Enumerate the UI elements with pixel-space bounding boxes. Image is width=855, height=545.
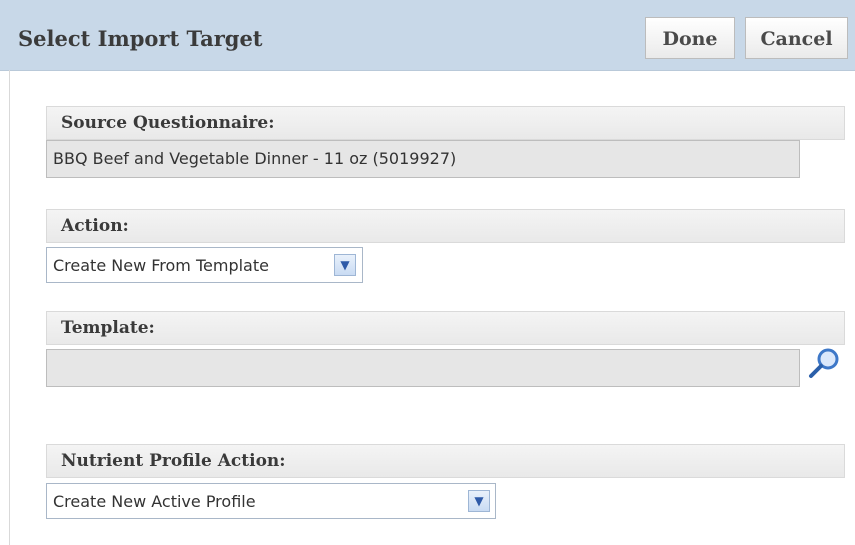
- nutrient-profile-action-select[interactable]: Create New Active Profile ▼: [46, 483, 496, 519]
- dialog-title: Select Import Target: [18, 26, 263, 51]
- action-header: Action:: [46, 209, 845, 243]
- action-select[interactable]: Create New From Template ▼: [46, 247, 363, 283]
- magnifier-search-icon[interactable]: [806, 347, 842, 383]
- dialog-header: Select Import Target Done Cancel: [0, 0, 855, 71]
- nutrient-profile-action-header: Nutrient Profile Action:: [46, 444, 845, 478]
- source-questionnaire-label: Source Questionnaire:: [61, 113, 275, 133]
- chevron-down-icon[interactable]: ▼: [468, 490, 490, 512]
- nutrient-profile-action-label: Nutrient Profile Action:: [61, 451, 286, 471]
- left-divider: [9, 70, 10, 545]
- nutrient-profile-action-value: Create New Active Profile: [53, 492, 256, 511]
- source-questionnaire-header: Source Questionnaire:: [46, 106, 845, 140]
- cancel-button[interactable]: Cancel: [745, 17, 848, 59]
- template-label: Template:: [61, 318, 155, 338]
- chevron-down-icon[interactable]: ▼: [334, 254, 356, 276]
- template-header: Template:: [46, 311, 845, 345]
- template-field[interactable]: [46, 349, 800, 387]
- action-select-value: Create New From Template: [53, 256, 269, 275]
- source-questionnaire-field: BBQ Beef and Vegetable Dinner - 11 oz (5…: [46, 140, 800, 178]
- source-questionnaire-value: BBQ Beef and Vegetable Dinner - 11 oz (5…: [53, 149, 457, 168]
- done-button[interactable]: Done: [645, 17, 735, 59]
- action-label: Action:: [61, 216, 129, 236]
